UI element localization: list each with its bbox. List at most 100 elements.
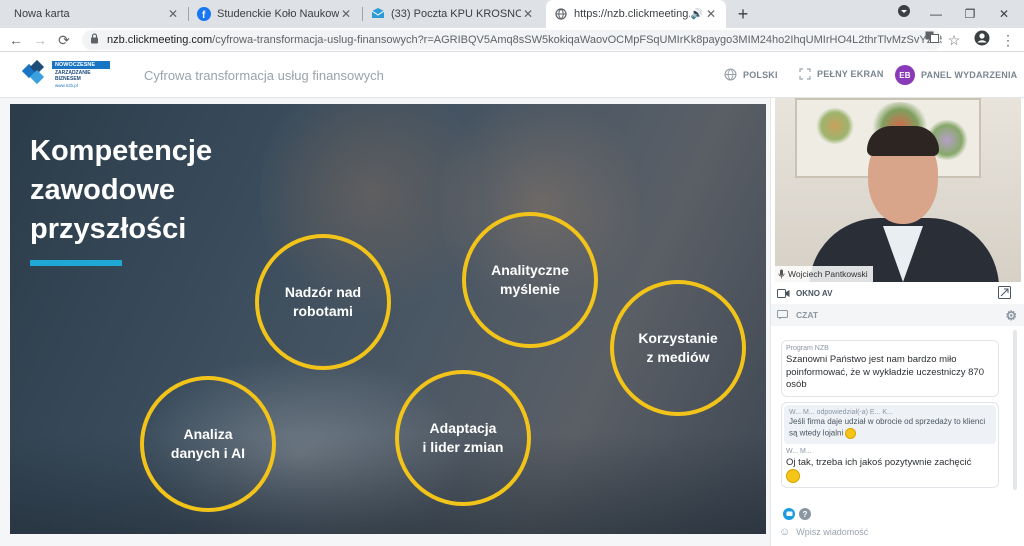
nzb-logo: NOWOCZESNE ZARZĄDZANIE BIZNESEM www.nzb.… (22, 60, 110, 88)
bubble-line: Adaptacja (429, 420, 497, 436)
bubble-line: Analiza (183, 426, 233, 442)
fullscreen-button[interactable]: PEŁNY EKRAN (799, 68, 884, 80)
new-tab-button[interactable]: + (733, 4, 753, 24)
window-close-icon[interactable]: ✕ (994, 4, 1014, 24)
minimize-icon[interactable]: — (926, 4, 946, 24)
chat-message-text: Szanowni Państwo jest nam bardzo miło po… (786, 354, 985, 390)
bubble-adaptacja: Adaptacja i lider zmian (395, 370, 531, 506)
chat-bubble-icon (777, 310, 788, 320)
chat-header[interactable]: CZAT ⚙ (771, 304, 1024, 326)
av-window-bar: OKNO AV (771, 284, 1024, 302)
tab-title: Studenckie Koło Naukowe Ekonom (217, 8, 339, 20)
emoji-picker-icon[interactable]: ☺ (779, 526, 790, 538)
speaker-icon: 🔊 (690, 8, 704, 20)
speaker-label: Wojciech Pantkowski (775, 266, 873, 282)
chat-input-placeholder: Wpisz wiadomość (796, 527, 869, 537)
logo-line2: ZARZĄDZANIE BIZNESEM (55, 69, 91, 82)
url-field[interactable]: nzb.clickmeeting.com/cyfrowa-transformac… (82, 30, 942, 50)
language-label: POLSKI (743, 69, 778, 80)
chat-bubble-icon[interactable] (783, 508, 795, 520)
close-icon[interactable]: ✕ (166, 7, 180, 21)
bubble-analityczne: Analityczne myślenie (462, 212, 598, 348)
event-panel-button[interactable]: EB PANEL WYDARZENIA (895, 65, 1017, 85)
address-bar: ← → ⟳ nzb.clickmeeting.com/cyfrowa-trans… (0, 28, 1024, 52)
tab-mail[interactable]: (33) Poczta KPU KROSNO :: Odeb ✕ (363, 0, 543, 28)
chat-input[interactable]: ☺ Wpisz wiadomość (775, 522, 1019, 542)
smile-emoji-icon (786, 469, 800, 484)
tab-title: https://nzb.clickmeeting.com (574, 8, 690, 20)
photo-shade (10, 434, 766, 534)
back-icon[interactable]: ← (6, 30, 26, 50)
app-header: NOWOCZESNE ZARZĄDZANIE BIZNESEM www.nzb.… (0, 52, 1024, 98)
chat-reply-quote: W... M... odpowiedział(-a) E... K... Jeś… (784, 405, 996, 444)
forward-icon[interactable]: → (30, 30, 50, 50)
microphone-icon (778, 269, 785, 279)
speaker-name: Wojciech Pantkowski (788, 269, 868, 279)
close-icon[interactable]: ✕ (521, 7, 535, 21)
close-icon[interactable]: ✕ (704, 7, 718, 21)
slide-title: Kompetencje zawodowe przyszłości (30, 132, 260, 249)
chat-message-text: Oj tak, trzeba ich jakoś pozytywnie zach… (786, 456, 972, 468)
profile-menu-icon[interactable] (894, 4, 914, 24)
event-panel-label: PANEL WYDARZENIA (921, 70, 1018, 80)
url-path: /cyfrowa-transformacja-uslug-finansowych… (212, 34, 942, 46)
bubble-line: Nadzór nad (284, 284, 362, 300)
chat-title: CZAT (796, 310, 819, 320)
bubble-line: Korzystanie (638, 330, 718, 346)
bubble-line: z mediów (646, 349, 710, 365)
bubble-korzystanie: Korzystanie z mediów (610, 280, 746, 416)
tab-new[interactable]: Nowa karta ✕ (6, 0, 188, 28)
expand-icon[interactable] (998, 286, 1017, 301)
logo-line1: NOWOCZESNE (52, 60, 110, 69)
browser-tab-bar: Nowa karta ✕ f Studenckie Koło Naukowe E… (0, 0, 1024, 28)
language-button[interactable]: POLSKI (724, 68, 778, 81)
chat-message-author: W... M... (786, 447, 812, 455)
gear-icon[interactable]: ⚙ (1005, 308, 1017, 324)
chat-quote-author: W... M... odpowiedział(-a) E... K... (789, 409, 893, 416)
tab-clickmeeting[interactable]: https://nzb.clickmeeting.com 🔊 ✕ (546, 0, 726, 28)
help-icon[interactable]: ? (799, 508, 811, 520)
chat-message: Program NZB Szanowni Państwo jest nam ba… (781, 340, 999, 397)
account-icon[interactable] (972, 30, 992, 50)
title-underline (30, 260, 122, 266)
side-panel: Wojciech Pantkowski OKNO AV CZAT ⚙ Progr… (770, 98, 1024, 546)
bubble-analiza: Analiza danych i AI (140, 376, 276, 512)
video-person-hair (867, 126, 939, 156)
chat-message: W... M... odpowiedział(-a) E... K... Jeś… (781, 402, 999, 489)
bubble-line: Analityczne (491, 262, 569, 278)
chat-quote-text: Jeśli firma daje udział w obrocie od spr… (789, 417, 986, 438)
logo-line3: www.nzb.pl (55, 82, 78, 88)
url-host: nzb.clickmeeting.com (107, 34, 213, 46)
camera-icon (777, 288, 790, 298)
chat-message-author: Program NZB (786, 345, 829, 352)
nzb-logo-icon (22, 60, 45, 85)
lock-icon (90, 33, 99, 47)
close-icon[interactable]: ✕ (339, 7, 353, 21)
video-flowers (815, 108, 855, 144)
smile-emoji-icon (845, 427, 857, 439)
tab-title: Nowa karta (14, 8, 70, 20)
slide-title-line: zawodowe (30, 174, 176, 206)
tab-facebook[interactable]: f Studenckie Koło Naukowe Ekonom ✕ (189, 0, 361, 28)
facebook-icon: f (197, 7, 211, 21)
bubble-nadzor: Nadzór nad robotami (255, 234, 391, 370)
event-title: Cyfrowa transformacja usług finansowych (144, 68, 384, 83)
presentation-stage: Kompetencje zawodowe przyszłości Nadzór … (0, 98, 770, 546)
browser-menu-icon[interactable]: ⋮ (998, 30, 1018, 50)
logo-text: NOWOCZESNE ZARZĄDZANIE BIZNESEM www.nzb.… (52, 60, 110, 88)
bookmark-star-icon[interactable]: ☆ (944, 30, 964, 50)
chat-scrollbar[interactable] (1013, 330, 1017, 490)
webcam-video[interactable]: Wojciech Pantkowski (775, 98, 1021, 282)
globe-icon (724, 68, 737, 81)
avatar: EB (895, 65, 915, 85)
bubble-line: robotami (293, 303, 353, 319)
translate-icon[interactable] (922, 30, 942, 50)
chat-toolbar: ? (783, 508, 815, 520)
tab-title: (33) Poczta KPU KROSNO :: Odeb (391, 8, 521, 20)
fullscreen-icon (799, 68, 811, 80)
bubble-line: i lider zmian (422, 439, 504, 455)
bubble-line: myślenie (500, 281, 560, 297)
reload-icon[interactable]: ⟳ (54, 30, 74, 50)
av-window-label: OKNO AV (796, 288, 833, 298)
restore-icon[interactable]: ❐ (960, 4, 980, 24)
